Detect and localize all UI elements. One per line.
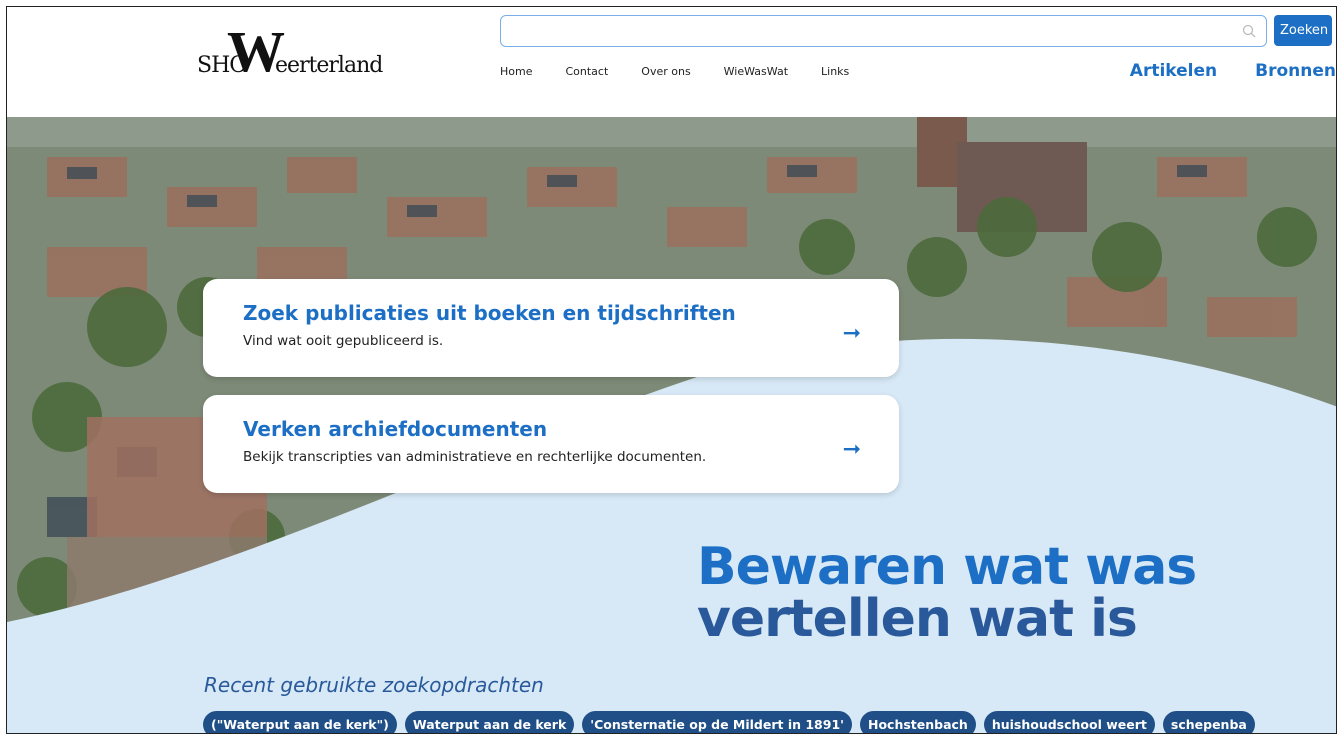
recent-search-chip[interactable]: schepenba (1162, 711, 1255, 733)
publications-card-title: Zoek publicaties uit boeken en tijdschri… (243, 301, 736, 325)
nav-artikelen-link[interactable]: Artikelen (1130, 61, 1217, 81)
archive-card-subtitle: Bekijk transcripties van administratieve… (243, 449, 707, 465)
recent-search-chip[interactable]: Hochstenbach (859, 711, 976, 733)
search-input[interactable] (509, 16, 1233, 46)
hero-section: Zoek publicaties uit boeken en tijdschri… (7, 117, 1336, 733)
publications-card-subtitle: Vind wat ooit gepubliceerd is. (243, 333, 444, 349)
search-icon (1242, 24, 1256, 38)
recent-search-chip[interactable]: 'Consternatie op de Mildert in 1891' (582, 711, 852, 733)
search-box (500, 15, 1267, 47)
recent-searches-list: ("Waterput aan de kerk") Waterput aan de… (203, 711, 1255, 733)
tagline-line-1: Bewaren wat was (697, 537, 1197, 597)
nav-wiewaswat-link[interactable]: WieWasWat (724, 65, 788, 78)
main-nav: Artikelen Bronnen (1092, 61, 1336, 81)
recent-searches-title: Recent gebruikte zoekopdrachten (204, 673, 544, 697)
arrow-right-icon: ➞ (842, 437, 861, 462)
nav-contact-link[interactable]: Contact (565, 65, 608, 78)
tagline-line-2: vertellen wat is (697, 589, 1138, 649)
arrow-right-icon: ➞ (842, 321, 861, 346)
recent-search-chip[interactable]: ("Waterput aan de kerk") (203, 711, 397, 733)
logo-rest: eerterland (275, 53, 383, 78)
nav-bronnen-link[interactable]: Bronnen (1255, 61, 1336, 81)
nav-over-ons-link[interactable]: Over ons (641, 65, 690, 78)
publications-card[interactable]: Zoek publicaties uit boeken en tijdschri… (203, 279, 899, 377)
recent-search-chip[interactable]: Waterput aan de kerk (404, 711, 575, 733)
archive-card[interactable]: Verken archiefdocumenten Bekijk transcri… (203, 395, 899, 493)
recent-search-chip[interactable]: huishoudschool weert (983, 711, 1155, 733)
top-nav: Home Contact Over ons WieWasWat Links (500, 65, 882, 78)
archive-card-title: Verken archiefdocumenten (243, 417, 548, 441)
nav-links-link[interactable]: Links (821, 65, 849, 78)
search-button[interactable]: Zoeken (1274, 15, 1332, 46)
page-frame: SHO W eerterland Zoeken Home Contact Ove… (6, 6, 1337, 734)
nav-home-link[interactable]: Home (500, 65, 532, 78)
site-header: SHO W eerterland Zoeken Home Contact Ove… (7, 7, 1336, 117)
